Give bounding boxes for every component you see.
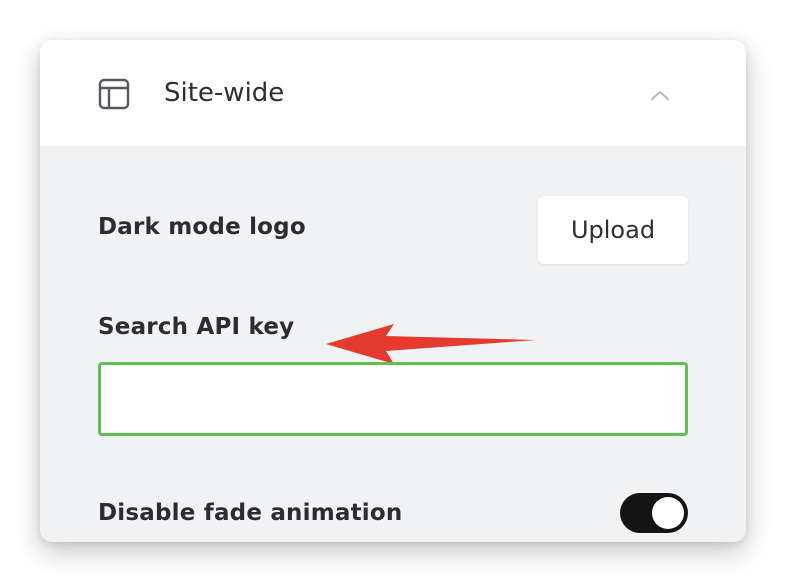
search-api-key-label: Search API key: [98, 314, 295, 340]
red-arrow-icon: [326, 324, 536, 364]
dark-mode-logo-label: Dark mode logo: [98, 214, 306, 240]
disable-fade-animation-toggle[interactable]: [620, 493, 688, 533]
disable-fade-animation-label: Disable fade animation: [98, 500, 403, 526]
layout-icon: [98, 78, 130, 110]
toggle-knob: [652, 497, 684, 529]
section-header[interactable]: Site-wide: [40, 40, 746, 146]
search-api-key-input[interactable]: [98, 362, 688, 436]
section-title: Site-wide: [164, 78, 285, 108]
settings-card: Site-wide Dark mode logo Upload Search A…: [40, 40, 746, 542]
chevron-up-icon[interactable]: [648, 84, 672, 108]
upload-button[interactable]: Upload: [538, 196, 688, 264]
